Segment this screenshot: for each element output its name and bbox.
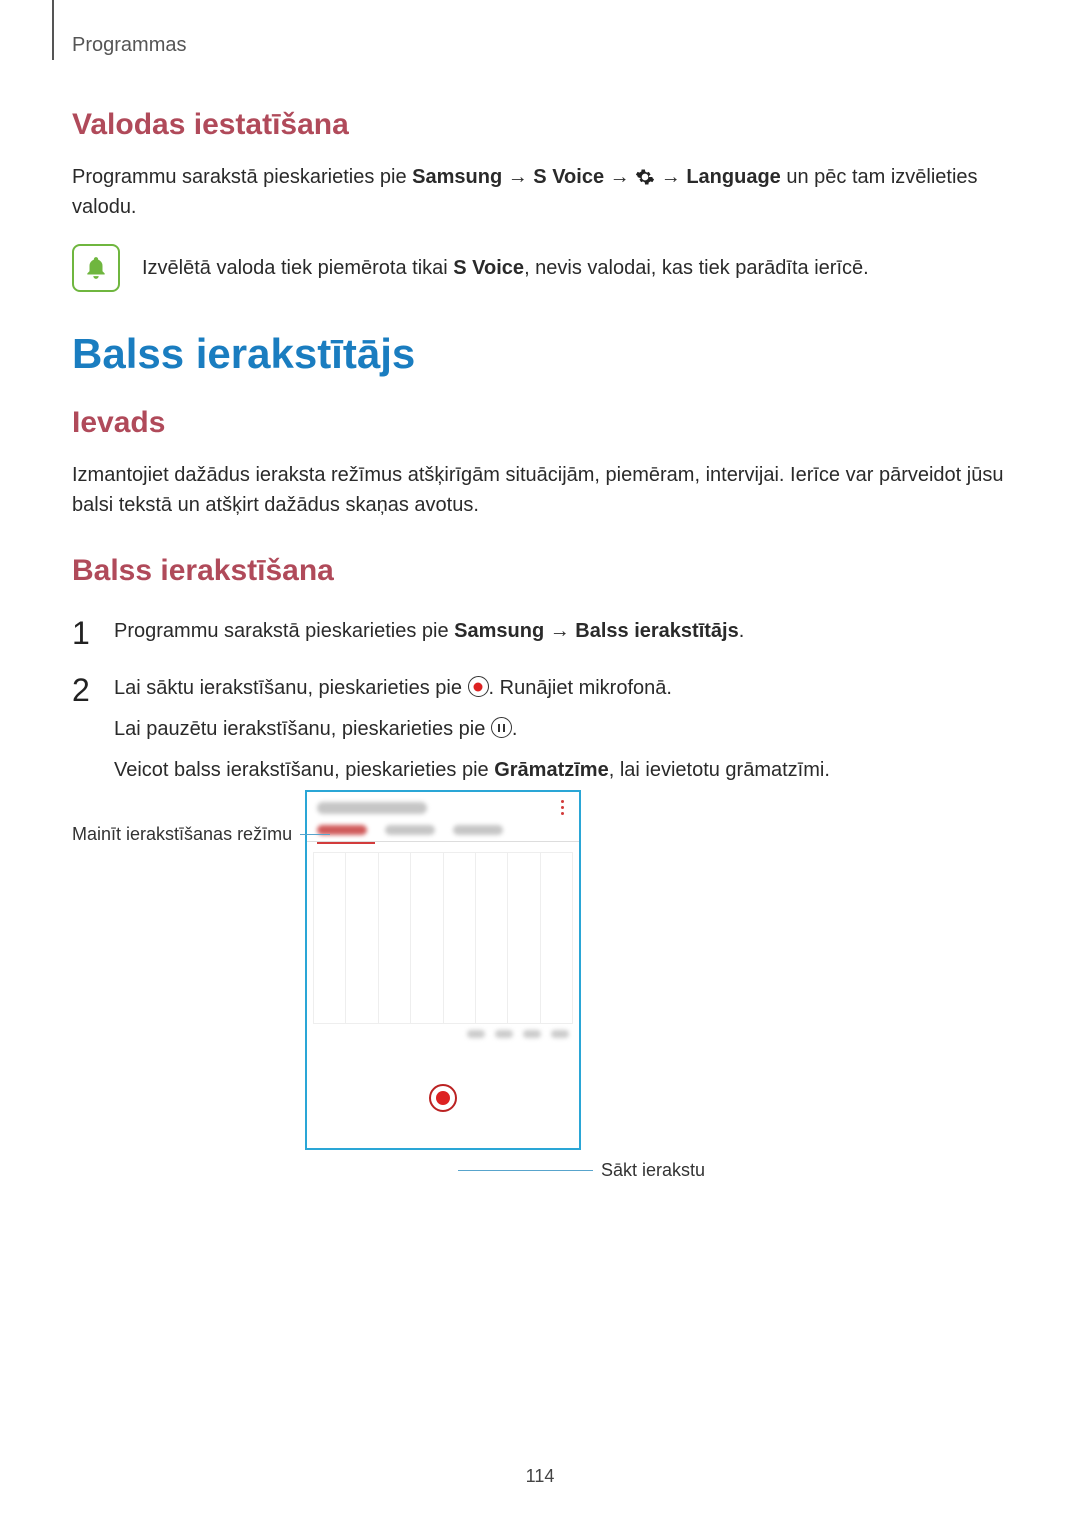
waveform-area: [313, 852, 573, 1024]
step-1: 1 Programmu sarakstā pieskarieties pie S…: [72, 616, 1010, 651]
header-divider: [52, 0, 54, 60]
arrow: →: [502, 166, 533, 188]
heading-intro: Ievads: [72, 406, 1010, 440]
phone-titlebar: [307, 792, 579, 821]
bold-svoice: S Voice: [533, 166, 604, 188]
text: , nevis valodai, kas tiek parādīta ierīc…: [524, 257, 869, 279]
paragraph-intro: Izmantojiet dažādus ieraksta režīmus atš…: [72, 460, 1010, 520]
callout-label: Mainīt ierakstīšanas režīmu: [72, 824, 292, 845]
text: Lai sāktu ierakstīšanu, pieskarieties pi…: [114, 677, 468, 699]
arrow: →: [544, 620, 575, 642]
bold-samsung: Samsung: [454, 620, 544, 642]
callout-record: Sākt ierakstu: [458, 1160, 705, 1181]
heading-language-setup: Valodas iestatīšana: [72, 108, 1010, 142]
page-number: 114: [0, 1466, 1080, 1487]
bold-samsung: Samsung: [412, 166, 502, 188]
step-number: 2: [72, 673, 96, 786]
phone-tabs: [307, 821, 579, 842]
bold-language: Language: [686, 166, 780, 188]
arrow: →: [604, 166, 635, 188]
step-2: 2 Lai sāktu ierakstīšanu, pieskarieties …: [72, 673, 1010, 786]
app-title-blurred: [317, 802, 427, 814]
step-list: 1 Programmu sarakstā pieskarieties pie S…: [72, 616, 1010, 786]
bold-recorder: Balss ierakstītājs: [575, 620, 738, 642]
note-text: Izvēlētā valoda tiek piemērota tikai S V…: [142, 253, 869, 283]
section-recording: Balss ierakstīšana 1 Programmu sarakstā …: [72, 554, 1010, 808]
arrow: →: [655, 166, 686, 188]
phone-frame: [305, 790, 581, 1150]
text: Programmu sarakstā pieskarieties pie: [72, 166, 412, 188]
text: Programmu sarakstā pieskarieties pie: [114, 620, 454, 642]
bold-svoice: S Voice: [453, 257, 524, 279]
callout-label: Sākt ierakstu: [601, 1160, 705, 1181]
callout-mode: Mainīt ierakstīšanas režīmu: [72, 824, 330, 845]
breadcrumb: Programmas: [72, 34, 186, 57]
gear-icon: [635, 166, 655, 186]
record-icon: [468, 676, 489, 697]
title-voice-recorder: Balss ierakstītājs: [72, 330, 1010, 378]
section-voice-recorder: Balss ierakstītājs Ievads Izmantojiet da…: [72, 330, 1010, 540]
bell-icon: [72, 244, 120, 292]
record-button[interactable]: [429, 1084, 457, 1112]
pause-icon: [491, 717, 512, 738]
callout-line: [300, 834, 330, 835]
tab-mode-2[interactable]: [385, 825, 435, 835]
bold-bookmark: Grāmatzīme: [494, 759, 609, 781]
text: .: [512, 718, 518, 740]
more-icon[interactable]: [555, 800, 569, 815]
text: . Runājiet mikrofonā.: [489, 677, 672, 699]
step-body: Lai sāktu ierakstīšanu, pieskarieties pi…: [114, 673, 1010, 786]
timeline-marks: [307, 1024, 579, 1048]
step-body: Programmu sarakstā pieskarieties pie Sam…: [114, 616, 1010, 651]
text: .: [739, 620, 745, 642]
text: , lai ievietotu grāmatzīmi.: [609, 759, 830, 781]
phone-controls: [307, 1048, 579, 1148]
phone-mockup: [305, 790, 581, 1150]
note: Izvēlētā valoda tiek piemērota tikai S V…: [72, 244, 1010, 292]
callout-line: [458, 1170, 593, 1171]
text: Veicot balss ierakstīšanu, pieskarieties…: [114, 759, 494, 781]
heading-recording: Balss ierakstīšana: [72, 554, 1010, 588]
tab-mode-3[interactable]: [453, 825, 503, 835]
section-language-setup: Valodas iestatīšana Programmu sarakstā p…: [72, 108, 1010, 292]
paragraph-language-setup: Programmu sarakstā pieskarieties pie Sam…: [72, 162, 1010, 222]
step-number: 1: [72, 616, 96, 651]
text: Izvēlētā valoda tiek piemērota tikai: [142, 257, 453, 279]
text: Lai pauzētu ierakstīšanu, pieskarieties …: [114, 718, 491, 740]
